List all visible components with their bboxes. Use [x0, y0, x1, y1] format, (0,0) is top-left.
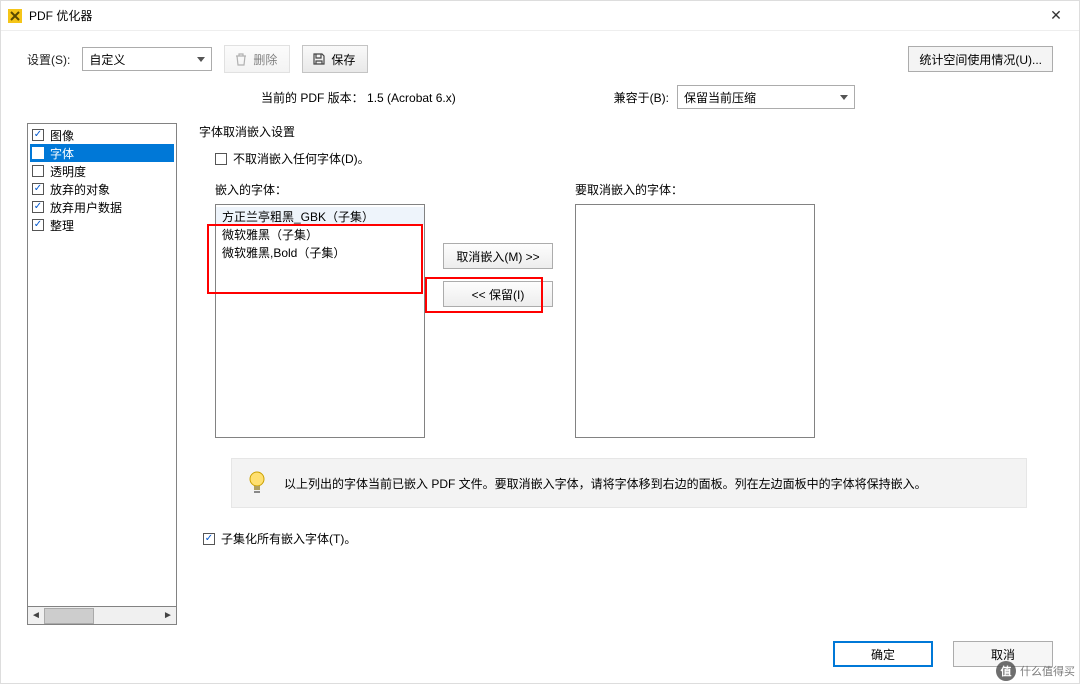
ok-button[interactable]: 确定	[833, 641, 933, 667]
toolbar: 设置(S): 自定义 删除 保存 统计空间使用情况(U)...	[1, 31, 1079, 81]
save-button[interactable]: 保存	[302, 45, 368, 73]
floppy-icon	[311, 51, 327, 67]
list-item[interactable]: 方正兰亭粗黑_GBK（子集）	[216, 207, 424, 225]
delete-button[interactable]: 删除	[224, 45, 290, 73]
compat-select[interactable]: 保留当前压缩	[677, 85, 855, 109]
current-version-label: 当前的 PDF 版本：	[261, 91, 364, 105]
sidebar-item-discard-objects[interactable]: 放弃的对象	[30, 180, 174, 198]
section-title: 字体取消嵌入设置	[199, 123, 1053, 140]
fonts-panel: 字体取消嵌入设置 不取消嵌入任何字体(D)。 嵌入的字体： 方正兰亭粗黑_GBK…	[199, 123, 1053, 625]
keep-button[interactable]: << 保留(I)	[443, 281, 553, 307]
sidebar-item-label: 放弃用户数据	[50, 199, 122, 216]
checkbox-icon[interactable]	[32, 183, 44, 195]
checkbox-icon[interactable]	[32, 219, 44, 231]
sidebar-item-label: 整理	[50, 217, 74, 234]
scroll-thumb[interactable]	[44, 608, 94, 624]
sidebar-item-transparency[interactable]: 透明度	[30, 162, 174, 180]
category-sidebar: 图像 字体 透明度 放弃的对象 放弃用户数据	[27, 123, 177, 607]
info-bar: 以上列出的字体当前已嵌入 PDF 文件。要取消嵌入字体，请将字体移到右边的面板。…	[231, 458, 1027, 508]
window-title: PDF 优化器	[29, 7, 1033, 24]
watermark-text: 什么值得买	[1020, 663, 1075, 679]
dialog-footer: 确定 取消	[1, 625, 1079, 683]
settings-value: 自定义	[89, 51, 125, 68]
body: 图像 字体 透明度 放弃的对象 放弃用户数据	[1, 123, 1079, 625]
scroll-right-icon[interactable]: ►	[160, 608, 176, 624]
watermark-badge: 值	[996, 661, 1016, 681]
sidebar-scrollbar[interactable]: ◄ ►	[27, 607, 177, 625]
sidebar-item-label: 透明度	[50, 163, 86, 180]
watermark: 值 什么值得买	[996, 661, 1075, 681]
sidebar-item-images[interactable]: 图像	[30, 126, 174, 144]
info-text: 以上列出的字体当前已嵌入 PDF 文件。要取消嵌入字体，请将字体移到右边的面板。…	[284, 475, 927, 492]
sidebar-item-label: 放弃的对象	[50, 181, 110, 198]
settings-label: 设置(S):	[27, 51, 70, 68]
list-item[interactable]: 微软雅黑（子集）	[216, 225, 424, 243]
settings-select[interactable]: 自定义	[82, 47, 212, 71]
sidebar-item-cleanup[interactable]: 整理	[30, 216, 174, 234]
close-icon: ✕	[1050, 7, 1062, 24]
unembed-fonts-list[interactable]	[575, 204, 815, 438]
no-unembed-checkbox[interactable]	[215, 153, 227, 165]
sidebar-item-discard-userdata[interactable]: 放弃用户数据	[30, 198, 174, 216]
close-button[interactable]: ✕	[1033, 1, 1079, 31]
app-icon	[7, 8, 23, 24]
sidebar-item-label: 字体	[50, 145, 74, 162]
embedded-fonts-label: 嵌入的字体：	[215, 181, 425, 198]
unembed-fonts-label: 要取消嵌入的字体：	[575, 181, 815, 198]
checkbox-icon[interactable]	[32, 147, 44, 159]
current-version-value: 1.5 (Acrobat 6.x)	[367, 91, 456, 105]
no-unembed-label: 不取消嵌入任何字体(D)。	[233, 150, 370, 167]
compat-value: 保留当前压缩	[684, 89, 756, 106]
checkbox-icon[interactable]	[32, 201, 44, 213]
unembed-button[interactable]: 取消嵌入(M) >>	[443, 243, 553, 269]
list-item[interactable]: 微软雅黑,Bold（子集）	[216, 243, 424, 261]
embedded-fonts-list[interactable]: 方正兰亭粗黑_GBK（子集） 微软雅黑（子集） 微软雅黑,Bold（子集）	[215, 204, 425, 438]
audit-space-button[interactable]: 统计空间使用情况(U)...	[908, 46, 1053, 72]
titlebar: PDF 优化器 ✕	[1, 1, 1079, 31]
meta-row: 当前的 PDF 版本： 1.5 (Acrobat 6.x) 兼容于(B): 保留…	[1, 81, 1079, 123]
lightbulb-icon	[246, 469, 268, 497]
subset-checkbox[interactable]	[203, 533, 215, 545]
subset-label: 子集化所有嵌入字体(T)。	[221, 530, 356, 547]
trash-icon	[233, 51, 249, 67]
scroll-left-icon[interactable]: ◄	[28, 608, 44, 624]
compat-label: 兼容于(B):	[614, 89, 669, 106]
sidebar-item-label: 图像	[50, 127, 74, 144]
checkbox-icon[interactable]	[32, 129, 44, 141]
scroll-track[interactable]	[44, 608, 160, 624]
sidebar-item-fonts[interactable]: 字体	[30, 144, 174, 162]
checkbox-icon[interactable]	[32, 165, 44, 177]
